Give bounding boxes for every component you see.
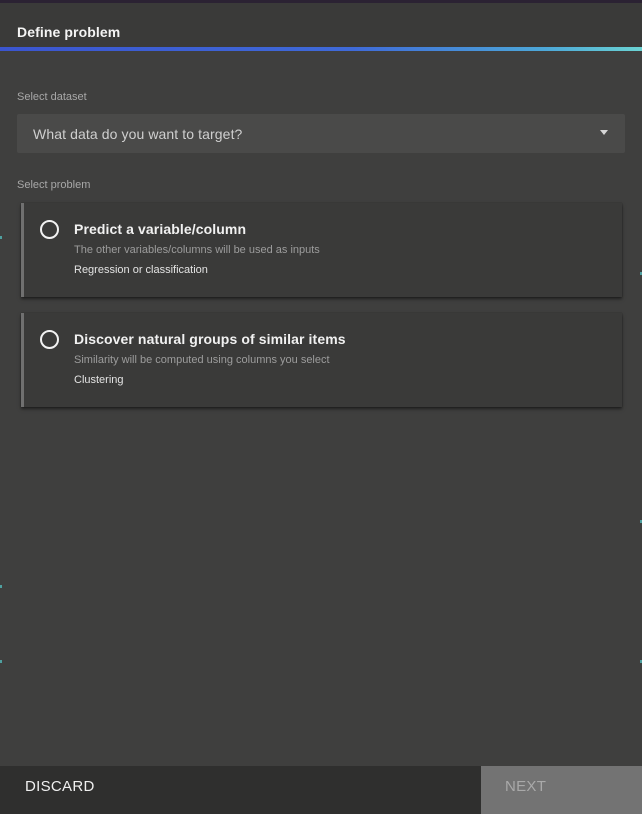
dataset-select-placeholder: What data do you want to target?: [33, 126, 243, 142]
dialog-title: Define problem: [17, 24, 121, 40]
discard-button[interactable]: DISCARD: [0, 766, 481, 814]
problem-option-predict[interactable]: Predict a variable/column The other vari…: [21, 203, 622, 297]
option-tag: Clustering: [74, 374, 124, 386]
dialog-footer: DISCARD NEXT: [0, 766, 642, 814]
option-description: The other variables/columns will be used…: [74, 244, 320, 256]
edge-marker: [0, 660, 2, 663]
option-tag: Regression or classification: [74, 264, 208, 276]
problem-label: Select problem: [17, 179, 91, 191]
dialog-header: Define problem: [0, 3, 642, 49]
edge-marker: [0, 585, 2, 588]
dialog-body: [0, 51, 642, 766]
option-description: Similarity will be computed using column…: [74, 354, 330, 366]
option-title: Predict a variable/column: [74, 221, 247, 237]
next-button[interactable]: NEXT: [481, 766, 642, 814]
chevron-down-icon[interactable]: [600, 130, 608, 135]
option-title: Discover natural groups of similar items: [74, 331, 346, 347]
dataset-label: Select dataset: [17, 91, 87, 103]
dataset-select[interactable]: What data do you want to target?: [17, 114, 625, 153]
radio-cluster[interactable]: [40, 330, 59, 349]
problem-option-cluster[interactable]: Discover natural groups of similar items…: [21, 313, 622, 407]
edge-marker: [0, 236, 2, 239]
radio-predict[interactable]: [40, 220, 59, 239]
